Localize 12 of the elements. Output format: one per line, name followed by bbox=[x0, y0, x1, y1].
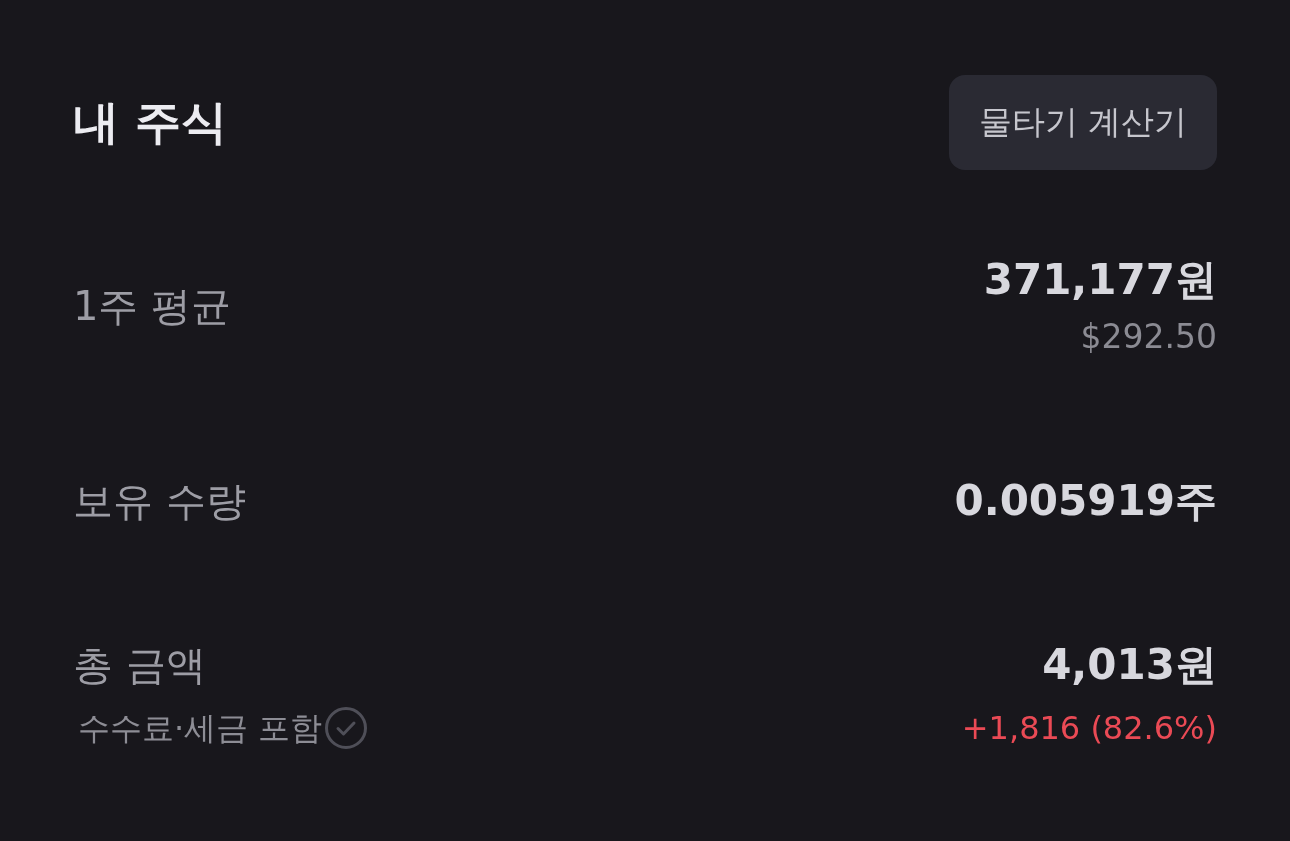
row-value: 0.005919주 bbox=[954, 475, 1217, 527]
check-circle-icon[interactable] bbox=[325, 707, 368, 749]
row-value: 4,013원 bbox=[1042, 639, 1217, 691]
row-label: 보유 수량 bbox=[73, 477, 246, 526]
profit-change: +1,816 (82.6%) bbox=[961, 708, 1217, 749]
usd-value: $292.50 bbox=[1080, 316, 1217, 358]
row-value: 371,177원 bbox=[983, 254, 1217, 306]
row-label: 1주 평균 bbox=[73, 282, 232, 331]
section-title: 내 주식 bbox=[73, 94, 227, 151]
row-label: 총 금액 bbox=[73, 641, 206, 690]
fee-note: 수수료·세금 포함 bbox=[78, 708, 323, 749]
calculator-button[interactable]: 물타기 계산기 bbox=[948, 75, 1217, 170]
